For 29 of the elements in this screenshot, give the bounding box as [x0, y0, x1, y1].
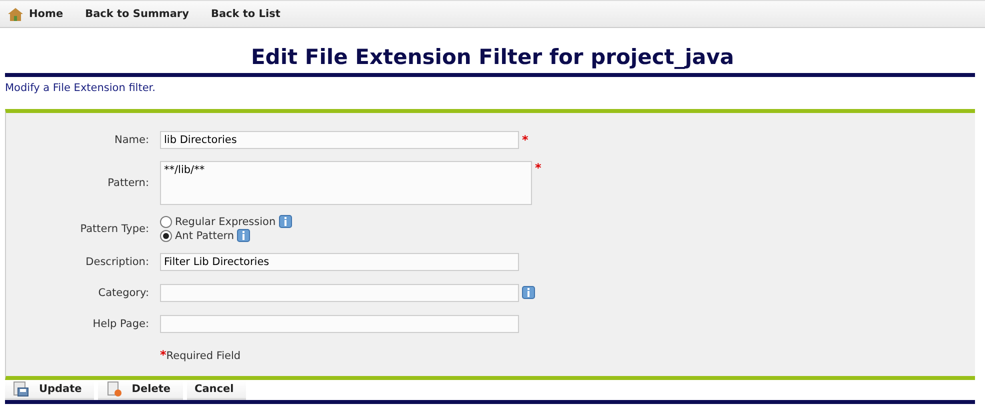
nav-link[interactable]: Back to List [210, 8, 280, 20]
description-text: Modify a File Extension filter. [5, 82, 156, 96]
required-mark: * [522, 132, 528, 146]
text-area[interactable]: **/lib/** [160, 161, 532, 205]
nav-link[interactable]: Back to Summary [85, 8, 189, 20]
field-label: Help Page: [92, 318, 150, 330]
home-icon [8, 8, 23, 20]
info-icon[interactable] [237, 229, 250, 242]
input-field[interactable]: lib Directories [160, 130, 519, 148]
field-label: Description: [84, 256, 150, 268]
field-label: Category: [97, 286, 150, 298]
field-label: Name: [113, 134, 150, 146]
radio-button[interactable] [160, 216, 172, 228]
radio-label: Regular Expression [175, 216, 276, 228]
input-field[interactable]: Filter Lib Directories [160, 252, 519, 270]
radio-button[interactable] [160, 230, 172, 242]
nav-link[interactable]: Home [8, 8, 64, 20]
field-label: Pattern: [106, 177, 150, 189]
input-field[interactable] [160, 314, 519, 332]
required-mark: * [535, 161, 542, 175]
field-label: Pattern Type: [79, 222, 150, 234]
action-button[interactable]: Delete [98, 380, 182, 400]
required-note: *Required Field [160, 348, 241, 362]
page-title: Edit File Extension Filter for project_java [250, 45, 736, 71]
input-field[interactable] [160, 284, 519, 302]
action-button[interactable]: Update [5, 380, 94, 400]
radio-label: Ant Pattern [175, 230, 234, 242]
info-icon[interactable] [278, 215, 292, 228]
info-icon[interactable] [522, 286, 535, 299]
